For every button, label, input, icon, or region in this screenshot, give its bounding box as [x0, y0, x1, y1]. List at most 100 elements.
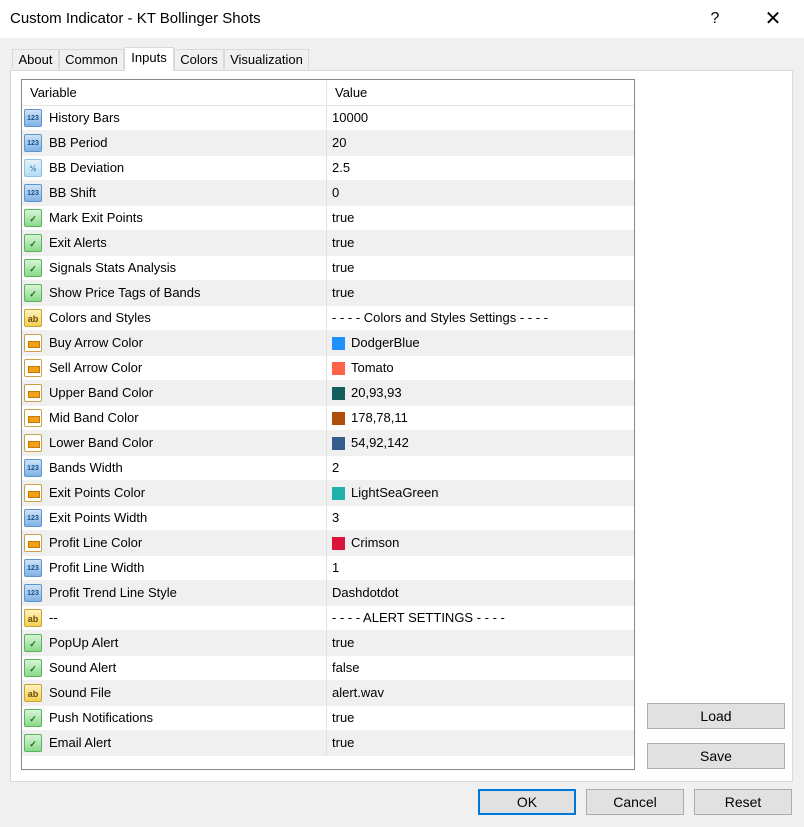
- color-swatch[interactable]: [332, 436, 345, 450]
- value-cell[interactable]: true: [327, 256, 634, 280]
- value-cell[interactable]: 0: [327, 181, 634, 205]
- variable-cell: Lower Band Color: [22, 431, 327, 455]
- close-button[interactable]: ✕: [748, 0, 798, 38]
- value-cell[interactable]: false: [327, 656, 634, 680]
- load-button[interactable]: Load: [647, 703, 785, 729]
- table-row[interactable]: ½ BB Deviation 2.5: [22, 156, 634, 181]
- value-cell[interactable]: LightSeaGreen: [327, 481, 634, 505]
- bool-type-icon: ✓: [24, 709, 42, 727]
- value-cell[interactable]: - - - - ALERT SETTINGS - - - -: [327, 606, 634, 630]
- color-swatch[interactable]: [332, 411, 345, 425]
- table-row[interactable]: 123 Bands Width 2: [22, 456, 634, 481]
- value-text: LightSeaGreen: [351, 485, 439, 500]
- tab-colors[interactable]: Colors: [174, 49, 224, 69]
- value-cell[interactable]: true: [327, 731, 634, 755]
- value-cell[interactable]: 178,78,11: [327, 406, 634, 430]
- value-cell[interactable]: true: [327, 206, 634, 230]
- variable-label: Exit Points Width: [49, 510, 148, 525]
- ok-button[interactable]: OK: [478, 789, 576, 815]
- value-text: 1: [332, 560, 340, 575]
- table-row[interactable]: 123 Profit Line Width 1: [22, 556, 634, 581]
- value-cell[interactable]: 20,93,93: [327, 381, 634, 405]
- color-swatch[interactable]: [332, 336, 345, 350]
- double-type-icon: ½: [24, 159, 42, 177]
- inputs-grid: Variable Value 123 History Bars 10000 123 BB…: [21, 79, 635, 770]
- tab-about[interactable]: About: [12, 49, 59, 69]
- value-cell[interactable]: Tomato: [327, 356, 634, 380]
- value-text: true: [332, 635, 355, 650]
- bool-type-icon: ✓: [24, 234, 42, 252]
- table-row[interactable]: 123 Exit Points Width 3: [22, 506, 634, 531]
- tab-inputs[interactable]: Inputs: [124, 47, 174, 71]
- table-row[interactable]: 123 Profit Trend Line Style Dashdotdot: [22, 581, 634, 606]
- color-swatch[interactable]: [332, 486, 345, 500]
- help-button[interactable]: ?: [700, 0, 730, 38]
- color-swatch[interactable]: [332, 361, 345, 375]
- table-row[interactable]: ab -- - - - - ALERT SETTINGS - - - -: [22, 606, 634, 631]
- variable-cell: Mid Band Color: [22, 406, 327, 430]
- value-cell[interactable]: true: [327, 706, 634, 730]
- table-row[interactable]: Upper Band Color 20,93,93: [22, 381, 634, 406]
- reset-button[interactable]: Reset: [694, 789, 792, 815]
- value-cell[interactable]: alert.wav: [327, 681, 634, 705]
- variable-cell: ✓ Sound Alert: [22, 656, 327, 680]
- value-cell[interactable]: 10000: [327, 106, 634, 130]
- value-text: 10000: [332, 110, 369, 125]
- tab-visualization[interactable]: Visualization: [224, 49, 309, 69]
- table-row[interactable]: ✓ Exit Alerts true: [22, 231, 634, 256]
- table-row[interactable]: Sell Arrow Color Tomato: [22, 356, 634, 381]
- value-cell[interactable]: Crimson: [327, 531, 634, 555]
- table-row[interactable]: ab Colors and Styles - - - - Colors and St…: [22, 306, 634, 331]
- table-row[interactable]: 123 History Bars 10000: [22, 106, 634, 131]
- bool-type-icon: ✓: [24, 734, 42, 752]
- value-cell[interactable]: 3: [327, 506, 634, 530]
- value-cell[interactable]: true: [327, 231, 634, 255]
- table-row[interactable]: ✓ Show Price Tags of Bands true: [22, 281, 634, 306]
- table-row[interactable]: ✓ PopUp Alert true: [22, 631, 634, 656]
- variable-cell: ✓ Signals Stats Analysis: [22, 256, 327, 280]
- column-header-variable[interactable]: Variable: [22, 80, 327, 105]
- value-cell[interactable]: Dashdotdot: [327, 581, 634, 605]
- table-row[interactable]: Profit Line Color Crimson: [22, 531, 634, 556]
- bool-type-icon: ✓: [24, 209, 42, 227]
- integer-type-icon: 123: [24, 134, 42, 152]
- value-cell[interactable]: DodgerBlue: [327, 331, 634, 355]
- table-row[interactable]: Exit Points Color LightSeaGreen: [22, 481, 634, 506]
- value-cell[interactable]: 20: [327, 131, 634, 155]
- value-cell[interactable]: 2: [327, 456, 634, 480]
- column-header-value[interactable]: Value: [327, 80, 367, 105]
- variable-label: Lower Band Color: [49, 435, 154, 450]
- table-row[interactable]: ✓ Sound Alert false: [22, 656, 634, 681]
- variable-cell: ab --: [22, 606, 327, 630]
- table-row[interactable]: ✓ Email Alert true: [22, 731, 634, 756]
- color-swatch[interactable]: [332, 536, 345, 550]
- variable-cell: ab Colors and Styles: [22, 306, 327, 330]
- value-text: DodgerBlue: [351, 335, 420, 350]
- save-button[interactable]: Save: [647, 743, 785, 769]
- grid-rows: 123 History Bars 10000 123 BB Period 20 ½ BB De…: [22, 106, 634, 756]
- table-row[interactable]: 123 BB Shift 0: [22, 181, 634, 206]
- table-row[interactable]: ✓ Mark Exit Points true: [22, 206, 634, 231]
- tab-common[interactable]: Common: [59, 49, 124, 69]
- string-type-icon: ab: [24, 309, 42, 327]
- cancel-button[interactable]: Cancel: [586, 789, 684, 815]
- variable-cell: ✓ PopUp Alert: [22, 631, 327, 655]
- value-cell[interactable]: 1: [327, 556, 634, 580]
- table-row[interactable]: ab Sound File alert.wav: [22, 681, 634, 706]
- value-cell[interactable]: true: [327, 631, 634, 655]
- value-cell[interactable]: 2.5: [327, 156, 634, 180]
- table-row[interactable]: Buy Arrow Color DodgerBlue: [22, 331, 634, 356]
- table-row[interactable]: 123 BB Period 20: [22, 131, 634, 156]
- table-row[interactable]: Lower Band Color 54,92,142: [22, 431, 634, 456]
- variable-cell: 123 BB Shift: [22, 181, 327, 205]
- variable-label: Exit Points Color: [49, 485, 146, 500]
- color-swatch[interactable]: [332, 386, 345, 400]
- table-row[interactable]: ✓ Signals Stats Analysis true: [22, 256, 634, 281]
- value-cell[interactable]: 54,92,142: [327, 431, 634, 455]
- value-text: Tomato: [351, 360, 394, 375]
- variable-cell: Buy Arrow Color: [22, 331, 327, 355]
- value-cell[interactable]: true: [327, 281, 634, 305]
- value-cell[interactable]: - - - - Colors and Styles Settings - - -…: [327, 306, 634, 330]
- table-row[interactable]: Mid Band Color 178,78,11: [22, 406, 634, 431]
- table-row[interactable]: ✓ Push Notifications true: [22, 706, 634, 731]
